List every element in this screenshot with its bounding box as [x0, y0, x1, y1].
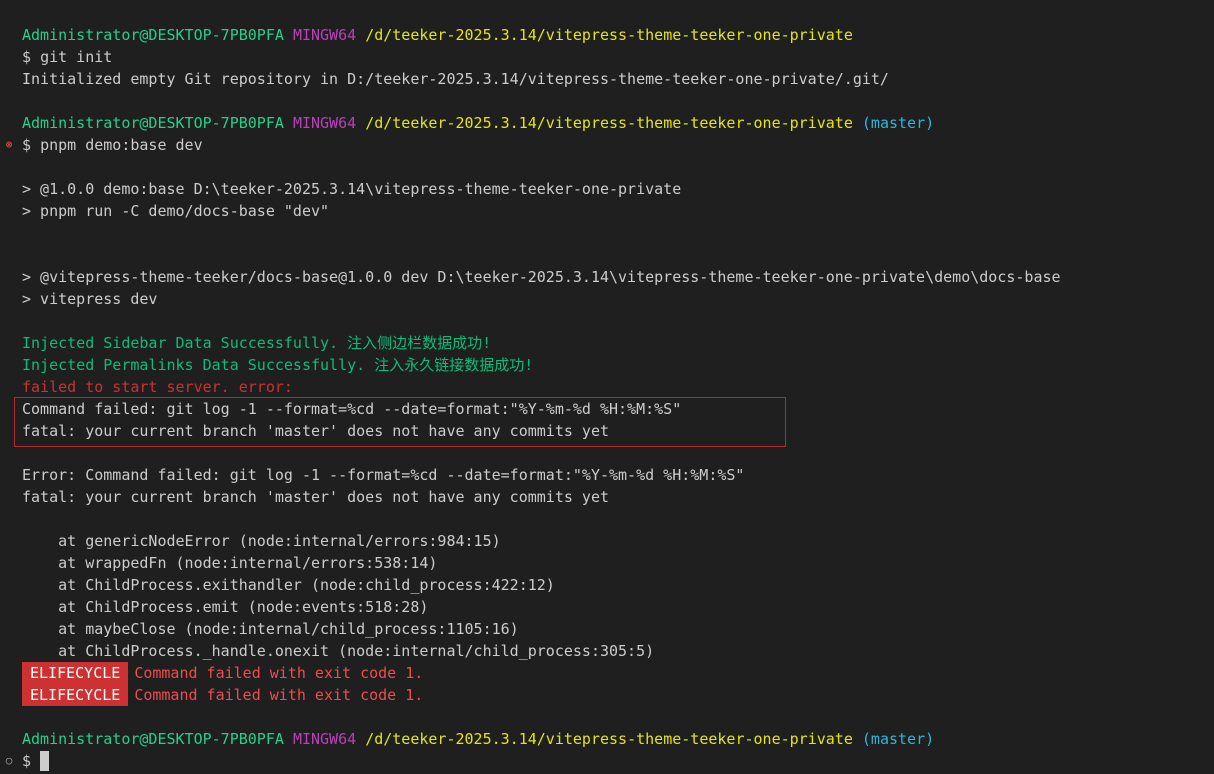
prompt-branch: (master): [861, 114, 935, 132]
output-line: > @1.0.0 demo:base D:\teeker-2025.3.14\v…: [22, 180, 682, 198]
stack-trace-line: at ChildProcess.emit (node:events:518:28…: [22, 598, 429, 616]
prompt-line: Administrator@DESKTOP-7PB0PFA MINGW64 /d…: [22, 24, 1214, 46]
stack-trace-line: at ChildProcess._handle.onexit (node:int…: [22, 642, 655, 660]
lifecycle-error-line: ELIFECYCLE Command failed with exit code …: [22, 662, 1214, 684]
command-line: ⊗ $ pnpm demo:base dev: [6, 134, 1214, 156]
elifecycle-badge: ELIFECYCLE: [22, 662, 129, 684]
elifecycle-badge: ELIFECYCLE: [22, 684, 129, 706]
command-line[interactable]: ○ $: [6, 750, 1214, 772]
prompt-line: Administrator@DESKTOP-7PB0PFA MINGW64 /d…: [22, 728, 1214, 750]
output-line-error: failed to start server. error:: [22, 378, 293, 396]
output-line: fatal: your current branch 'master' does…: [22, 422, 609, 440]
output-line: Initialized empty Git repository in D:/t…: [22, 70, 889, 88]
output-line: fatal: your current branch 'master' does…: [22, 488, 609, 506]
prompt-user: Administrator@DESKTOP-7PB0PFA: [22, 26, 284, 44]
output-line: Command failed: git log -1 --format=%cd …: [22, 400, 682, 418]
prompt-symbol: $: [22, 136, 32, 154]
output-line: > @vitepress-theme-teeker/docs-base@1.0.…: [22, 268, 1061, 286]
output-line: > pnpm run -C demo/docs-base "dev": [22, 202, 330, 220]
output-line: Error: Command failed: git log -1 --form…: [22, 466, 745, 484]
circle-icon: ○: [5, 754, 13, 767]
prompt-symbol: $: [22, 752, 32, 770]
command-text: git init: [40, 48, 113, 66]
stack-trace-line: at wrappedFn (node:internal/errors:538:1…: [22, 554, 438, 572]
stack-trace-line: at ChildProcess.exithandler (node:child_…: [22, 576, 555, 594]
prompt-user: Administrator@DESKTOP-7PB0PFA: [22, 730, 284, 748]
prompt-shell: MINGW64: [292, 730, 357, 748]
output-line-success: Injected Permalinks Data Successfully. 注…: [22, 356, 534, 374]
terminal-output[interactable]: Administrator@DESKTOP-7PB0PFA MINGW64 /d…: [6, 24, 1214, 772]
prompt-shell: MINGW64: [292, 26, 357, 44]
prompt-path: /d/teeker-2025.3.14/vitepress-theme-teek…: [365, 114, 853, 132]
lifecycle-message: Command failed with exit code 1.: [134, 664, 424, 682]
x-circle-icon[interactable]: ⊗: [3, 134, 15, 156]
prompt-path: /d/teeker-2025.3.14/vitepress-theme-teek…: [365, 26, 853, 44]
output-line-success: Injected Sidebar Data Successfully. 注入侧边…: [22, 334, 492, 352]
prompt-symbol: $: [22, 48, 32, 66]
command-text: pnpm demo:base dev: [40, 136, 203, 154]
prompt-path: /d/teeker-2025.3.14/vitepress-theme-teek…: [365, 730, 853, 748]
lifecycle-error-line: ELIFECYCLE Command failed with exit code …: [22, 684, 1214, 706]
prompt-branch: (master): [861, 730, 935, 748]
prompt-user: Administrator@DESKTOP-7PB0PFA: [22, 114, 284, 132]
stack-trace-line: at genericNodeError (node:internal/error…: [22, 532, 501, 550]
command-line: $ git init: [22, 46, 1214, 68]
lifecycle-message: Command failed with exit code 1.: [134, 686, 424, 704]
output-line: > vitepress dev: [22, 290, 158, 308]
prompt-shell: MINGW64: [292, 114, 357, 132]
prompt-line: Administrator@DESKTOP-7PB0PFA MINGW64 /d…: [22, 112, 1214, 134]
stack-trace-line: at maybeClose (node:internal/child_proce…: [22, 620, 519, 638]
terminal-cursor: [40, 751, 50, 771]
